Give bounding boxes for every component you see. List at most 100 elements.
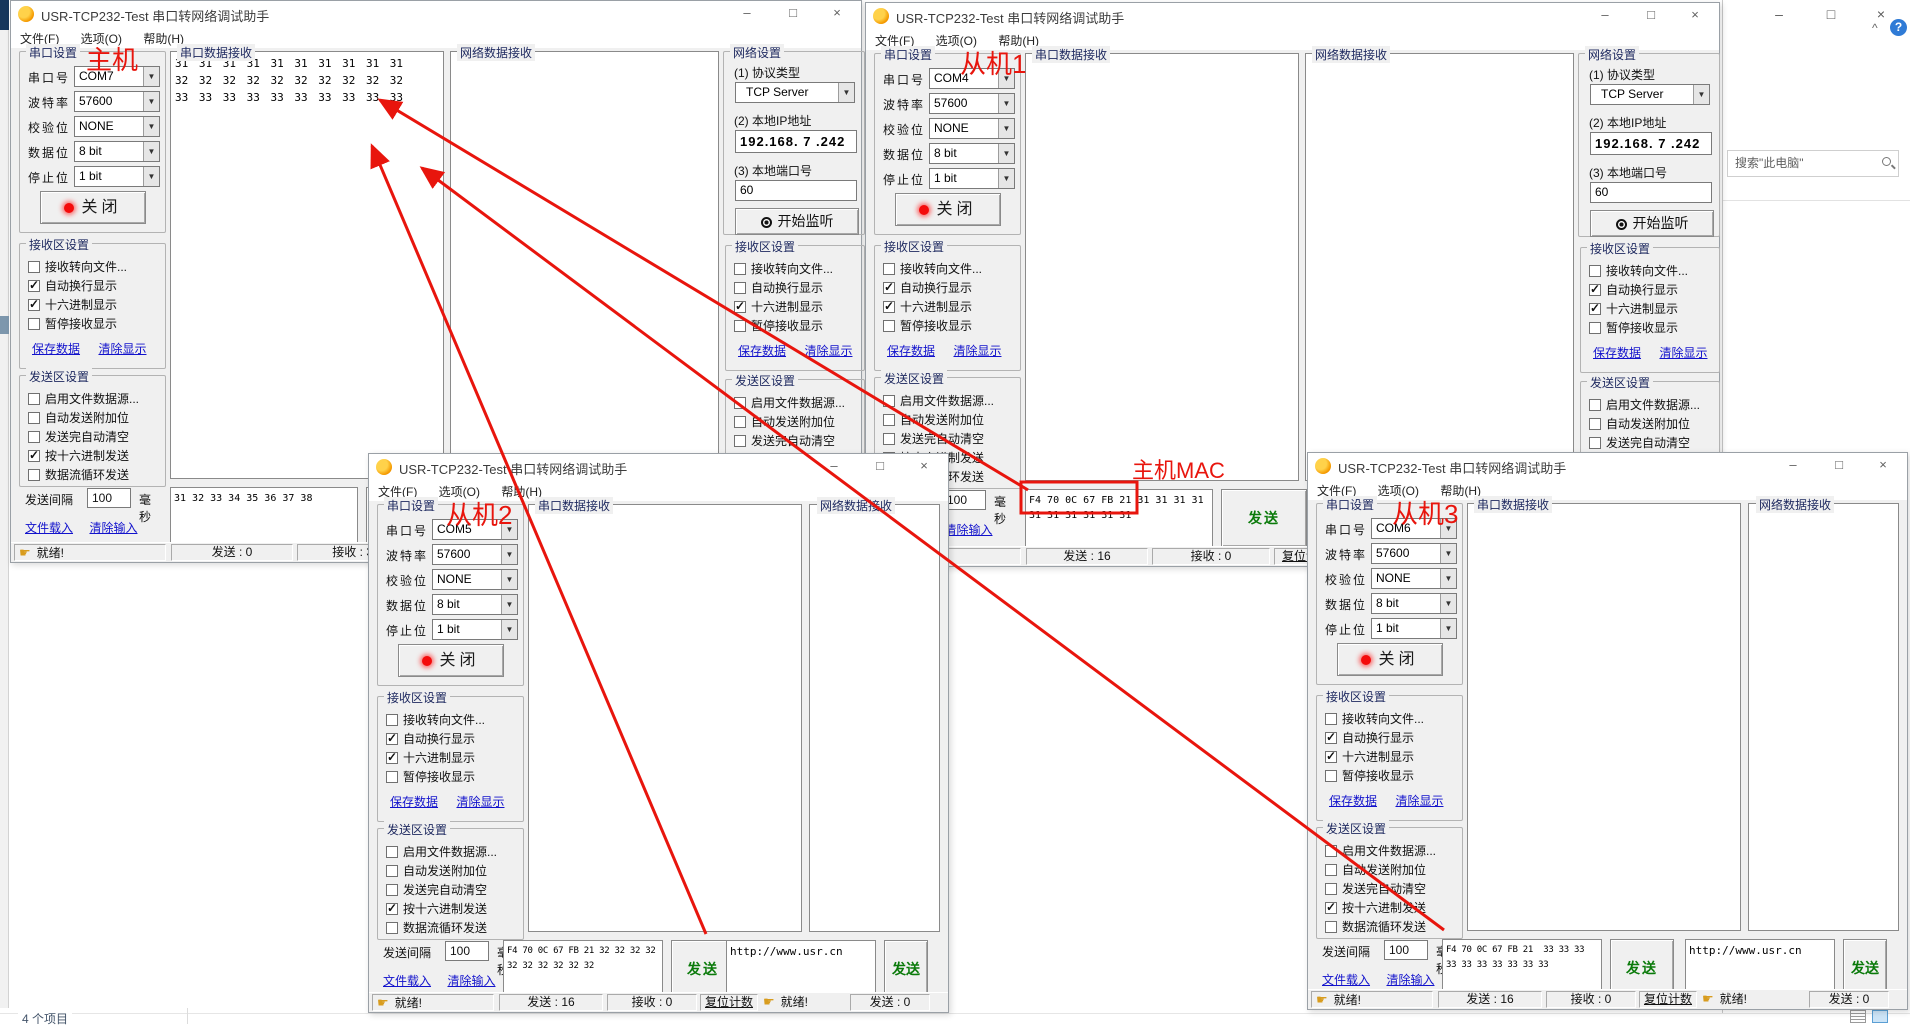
local-port-input[interactable]: 60	[1590, 182, 1712, 203]
pause-recv-option[interactable]: 暂停接收显示	[1589, 319, 1678, 335]
stopbits-select[interactable]: 1 bit▼	[432, 619, 518, 640]
chevron-down-icon[interactable]: ▼	[1440, 544, 1456, 563]
auto-append-option[interactable]: 自动发送附加位	[883, 411, 984, 427]
clear-after-send-option[interactable]: 发送完自动清空	[1589, 434, 1690, 450]
com-port-select[interactable]: COM5▼	[432, 519, 518, 540]
chevron-down-icon[interactable]: ▼	[1693, 85, 1709, 104]
auto-append-option[interactable]: 自动发送附加位	[1325, 861, 1426, 877]
checkbox-icon[interactable]	[386, 846, 398, 858]
baud-select[interactable]: 57600▼	[432, 544, 518, 565]
checkbox-icon[interactable]	[883, 414, 895, 426]
recv-to-file-option[interactable]: 接收转向文件...	[734, 260, 833, 276]
file-data-source-option[interactable]: 启用文件数据源...	[1325, 842, 1436, 858]
auto-newline-option[interactable]: 自动换行显示	[1589, 281, 1678, 297]
title-bar[interactable]: USR-TCP232-Test 串口转网络调试助手 – □ ×	[1308, 453, 1907, 479]
search-input[interactable]: 搜索"此电脑"	[1727, 150, 1899, 177]
chevron-down-icon[interactable]: ▼	[998, 94, 1014, 113]
chevron-down-icon[interactable]: ▼	[143, 117, 159, 136]
maximize-button[interactable]: □	[771, 1, 815, 25]
auto-append-option[interactable]: 自动发送附加位	[734, 413, 835, 429]
title-bar[interactable]: USR-TCP232-Test 串口转网络调试助手 – □ ×	[11, 1, 861, 27]
recv-to-file-option[interactable]: 接收转向文件...	[883, 260, 982, 276]
checkbox-icon[interactable]	[1325, 751, 1337, 763]
checkbox-icon[interactable]	[1589, 437, 1601, 449]
hex-display-option[interactable]: 十六进制显示	[1325, 748, 1414, 764]
save-data-link[interactable]: 保存数据	[32, 342, 80, 356]
checkbox-icon[interactable]	[734, 416, 746, 428]
auto-append-option[interactable]: 自动发送附加位	[1589, 415, 1690, 431]
send-interval-input[interactable]: 100	[445, 941, 489, 961]
databits-select[interactable]: 8 bit▼	[74, 141, 160, 162]
clear-after-send-option[interactable]: 发送完自动清空	[386, 881, 487, 897]
chevron-down-icon[interactable]: ▼	[501, 520, 517, 539]
com-port-select[interactable]: COM4▼	[929, 68, 1015, 89]
clear-display-link[interactable]: 清除显示	[1395, 794, 1443, 808]
checkbox-icon[interactable]	[1325, 902, 1337, 914]
checkbox-icon[interactable]	[1589, 284, 1601, 296]
hex-display-option[interactable]: 十六进制显示	[1589, 300, 1678, 316]
checkbox-icon[interactable]	[386, 884, 398, 896]
databits-select[interactable]: 8 bit▼	[432, 594, 518, 615]
databits-select[interactable]: 8 bit▼	[1371, 593, 1457, 614]
save-data-link[interactable]: 保存数据	[738, 344, 786, 358]
net-recv-area[interactable]	[809, 504, 940, 932]
parity-select[interactable]: NONE▼	[432, 569, 518, 590]
chevron-down-icon[interactable]: ▼	[501, 595, 517, 614]
clear-after-send-option[interactable]: 发送完自动清空	[883, 430, 984, 446]
clear-display-link[interactable]: 清除显示	[1659, 346, 1707, 360]
auto-append-option[interactable]: 自动发送附加位	[386, 862, 487, 878]
start-listen-button[interactable]: 开始监听	[1590, 210, 1714, 237]
pause-recv-option[interactable]: 暂停接收显示	[1325, 767, 1414, 783]
file-load-link[interactable]: 文件载入	[25, 521, 73, 535]
maximize-button[interactable]: □	[1817, 453, 1861, 477]
recv-to-file-option[interactable]: 接收转向文件...	[1589, 262, 1688, 278]
net-recv-area[interactable]	[1305, 53, 1574, 481]
local-ip-input[interactable]: 192.168. 7 .242	[1590, 132, 1712, 155]
checkbox-icon[interactable]	[386, 922, 398, 934]
file-data-source-option[interactable]: 启用文件数据源...	[883, 392, 994, 408]
checkbox-icon[interactable]	[883, 395, 895, 407]
baud-select[interactable]: 57600▼	[1371, 543, 1457, 564]
chevron-down-icon[interactable]: ▼	[501, 545, 517, 564]
recv-to-file-option[interactable]: 接收转向文件...	[28, 258, 127, 274]
net-recv-area[interactable]	[1748, 503, 1899, 931]
send-interval-input[interactable]: 100	[1384, 940, 1428, 960]
loop-send-option[interactable]: 数据流循环发送	[386, 919, 487, 935]
menu-options[interactable]: 选项(O)	[1369, 479, 1428, 499]
checkbox-icon[interactable]	[883, 282, 895, 294]
checkbox-icon[interactable]	[1589, 418, 1601, 430]
clear-display-link[interactable]: 清除显示	[456, 795, 504, 809]
net-send-button[interactable]: 发送	[884, 940, 928, 998]
chevron-down-icon[interactable]: ▼	[501, 570, 517, 589]
clear-input-link[interactable]: 清除输入	[89, 521, 137, 535]
auto-newline-option[interactable]: 自动换行显示	[386, 730, 475, 746]
local-ip-input[interactable]: 192.168. 7 .242	[735, 130, 857, 153]
file-data-source-option[interactable]: 启用文件数据源...	[386, 843, 497, 859]
chevron-down-icon[interactable]: ▼	[143, 167, 159, 186]
thumbnail-view-icon[interactable]	[1872, 1010, 1888, 1023]
checkbox-icon[interactable]	[1325, 921, 1337, 933]
serial-recv-area[interactable]	[528, 504, 802, 932]
chevron-down-icon[interactable]: ▼	[998, 144, 1014, 163]
auto-newline-option[interactable]: 自动换行显示	[28, 277, 117, 293]
reset-count-link[interactable]: 复位计数	[1639, 991, 1697, 1008]
parity-select[interactable]: NONE▼	[929, 118, 1015, 139]
chevron-down-icon[interactable]: ▼	[1440, 619, 1456, 638]
checkbox-icon[interactable]	[386, 865, 398, 877]
loop-send-option[interactable]: 数据流循环发送	[1325, 918, 1426, 934]
maximize-button[interactable]: □	[1629, 3, 1673, 27]
baud-select[interactable]: 57600▼	[929, 93, 1015, 114]
com-port-select[interactable]: COM6▼	[1371, 518, 1457, 539]
checkbox-icon[interactable]	[386, 733, 398, 745]
checkbox-icon[interactable]	[386, 714, 398, 726]
minimize-button[interactable]: –	[1771, 453, 1815, 477]
clear-after-send-option[interactable]: 发送完自动清空	[1325, 880, 1426, 896]
checkbox-icon[interactable]	[28, 450, 40, 462]
chevron-down-icon[interactable]: ▼	[998, 69, 1014, 88]
menu-options[interactable]: 选项(O)	[430, 480, 489, 500]
checkbox-icon[interactable]	[883, 320, 895, 332]
file-load-link[interactable]: 文件载入	[1322, 973, 1370, 987]
reset-count-link[interactable]: 复位计数	[700, 994, 758, 1011]
checkbox-icon[interactable]	[734, 282, 746, 294]
databits-select[interactable]: 8 bit▼	[929, 143, 1015, 164]
